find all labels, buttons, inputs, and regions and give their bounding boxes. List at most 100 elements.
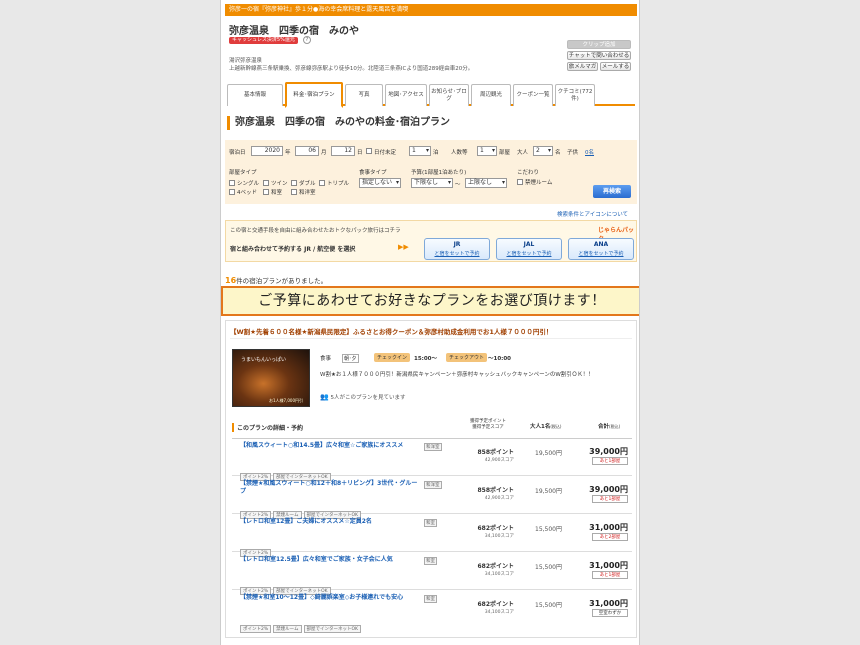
room-type-4bed-checkbox[interactable] xyxy=(229,189,235,195)
double-arrow-icon: ▶▶ xyxy=(398,243,409,251)
total-price-column-header: 合計(税込) xyxy=(598,422,620,430)
non-smoking-checkbox[interactable] xyxy=(517,179,523,185)
nights-unit: 泊 xyxy=(433,150,439,156)
children-link[interactable]: 0名 xyxy=(585,148,594,156)
budget-banner: ご予算にあわせてお好きなプランをお選び頂けます！ xyxy=(221,286,639,316)
budget-separator: ～ xyxy=(455,182,461,188)
package-panel: この宿と交通手段を自由に組み合わせたおトクなパック旅行はコチラ じゃらんパック … xyxy=(225,220,637,262)
room-type-badge: 和洋室 xyxy=(424,481,442,489)
date-undecided-label: 日付未定 xyxy=(374,150,397,156)
checkin-label: 宿泊日 xyxy=(229,150,246,156)
room-name-link[interactable]: 【レトロ和室12畳】ご夫婦にオススメ☆定員2名 xyxy=(240,518,420,526)
plan-description: W割★お１人様７０００円引！新潟県民キャンペーン＋弥彦村キャッシュバックキャンペ… xyxy=(320,372,594,378)
ana-package-button[interactable]: ANA と宿をセットで予約 xyxy=(568,238,634,260)
ana-logo: ANA xyxy=(593,241,609,248)
plan-photo-subcaption: お1人様7,000円引 xyxy=(269,398,303,403)
tab-plans[interactable]: 料金･宿泊プラン xyxy=(285,82,343,108)
tab-reviews[interactable]: クチコミ(772件) xyxy=(555,84,595,106)
viewers-count: 👥 5人がこのプランを見ています xyxy=(320,393,405,401)
room-total-price: 31,000円 xyxy=(589,561,628,570)
date-undecided-checkbox[interactable] xyxy=(366,148,372,154)
room-name-link[interactable]: 【レトロ和室12.5畳】広々和室でご家族・女子会に人気 xyxy=(240,556,420,564)
jal-package-button[interactable]: JAL と宿をセットで予約 xyxy=(496,238,562,260)
people-label: 人数等 xyxy=(451,150,468,156)
checkin-time-value: 15:00〜 xyxy=(414,356,438,362)
day-input[interactable]: 12 xyxy=(331,146,355,156)
meal-value: 朝･夕 xyxy=(342,354,359,363)
room-list-header: このプランの詳細・予約 獲得予定ポイント 獲得予定スコア 大人1名(税込) 合計(… xyxy=(232,419,632,439)
budget-max-select[interactable]: 上限なし xyxy=(465,178,507,188)
tab-news-blog[interactable]: お知らせ･ブログ xyxy=(429,84,469,106)
room-points: 858ポイント xyxy=(477,449,514,456)
hotel-tabs: 基本情報 料金･宿泊プラン 写真 地図･アクセス お知らせ･ブログ 周辺観光 ク… xyxy=(227,82,635,108)
room-type-triple-checkbox[interactable] xyxy=(319,180,325,186)
room-reserve-button[interactable]: 空室わずか xyxy=(592,609,628,617)
year-input[interactable]: 2020 xyxy=(251,146,283,156)
budget-min-select[interactable]: 下限なし xyxy=(411,178,453,188)
room-reserve-button[interactable]: あと1部屋 xyxy=(592,495,628,503)
month-input[interactable]: 06 xyxy=(295,146,319,156)
plan-title-link[interactable]: 【W割★先着６００名様★新潟県民限定】ふるさとお得クーポン＆弥彦村助成金利用でお… xyxy=(230,325,632,339)
room-type-wayoshitsu-checkbox[interactable] xyxy=(291,189,297,195)
jr-package-label: と宿をセットで予約 xyxy=(434,251,480,257)
tab-sightseeing[interactable]: 周辺観光 xyxy=(471,84,511,106)
room-name-link[interactable]: 【禁煙★和風スウィート○和12＋和8＋リビング】3世代・グループ xyxy=(240,480,420,496)
plan-photo-caption: うまいもんいっぱい xyxy=(241,357,287,363)
room-points: 682ポイント xyxy=(477,563,514,570)
meal-type-label: 食事タイプ xyxy=(359,170,387,176)
room-row: 【禁煙★和風スウィート○和12＋和8＋リビング】3世代・グループ 和洋室 ポイン… xyxy=(232,477,632,519)
room-type-washitsu: 和室 xyxy=(271,190,283,196)
room-type-double-checkbox[interactable] xyxy=(291,180,297,186)
cashless-badge: キャッシュレス決済5%還元 xyxy=(229,37,298,44)
room-total-price: 39,000円 xyxy=(589,447,628,456)
room-reserve-button[interactable]: あと1部屋 xyxy=(592,457,628,465)
meal-type-select[interactable]: 指定しない xyxy=(359,178,401,188)
catchcopy-bar: 弥彦一の宿『弥彦神社』歩１分●海の幸会席料理と露天風呂を満喫 xyxy=(225,4,637,16)
chat-inquiry-button[interactable]: チャットで問い合わせる xyxy=(567,51,631,60)
adults-select[interactable]: 2 xyxy=(533,146,553,156)
room-type-twin: ツイン xyxy=(271,181,288,187)
access-text: 上越新幹線燕三条駅乗換、弥彦線弥彦駅より徒歩10分。北陸道三条燕ICより国道28… xyxy=(229,66,474,72)
area-text: 湯沢弥彦温泉 xyxy=(229,58,263,64)
tab-access[interactable]: 地図･アクセス xyxy=(385,84,427,106)
score-col-label: 獲得予定スコア xyxy=(472,425,504,430)
result-count: 16件の宿泊プランがありました。 xyxy=(225,275,327,285)
room-type-single-checkbox[interactable] xyxy=(229,180,235,186)
rooms-select[interactable]: 1 xyxy=(477,146,497,156)
search-help-link[interactable]: 検索条件とアイコンについて xyxy=(557,210,628,218)
room-points: 682ポイント xyxy=(477,601,514,608)
room-reserve-button[interactable]: あと1部屋 xyxy=(592,571,628,579)
room-name-link[interactable]: 【和風スウィート○和14.5畳】広々和室☆ご家族にオススメ xyxy=(240,442,420,450)
room-points: 682ポイント xyxy=(477,525,514,532)
room-type-twin-checkbox[interactable] xyxy=(263,180,269,186)
room-type-badge: 和室 xyxy=(424,519,437,527)
room-type-4bed: 4ベッド xyxy=(237,190,257,196)
nights-select[interactable]: 1 xyxy=(409,146,431,156)
room-reserve-button[interactable]: あと2部屋 xyxy=(592,533,628,541)
room-total-price: 31,000円 xyxy=(589,599,628,608)
room-adult-price: 15,500円 xyxy=(535,602,562,609)
room-row: 【和風スウィート○和14.5畳】広々和室☆ご家族にオススメ 和洋室 ポイント2%… xyxy=(232,439,632,481)
jr-package-button[interactable]: JR と宿をセットで予約 xyxy=(424,238,490,260)
plan-card: 【W割★先着６００名様★新潟県民限定】ふるさとお得クーポン＆弥彦村助成金利用でお… xyxy=(225,320,637,638)
package-cta: 宿と組み合わせて予約する JR / 航空便 を選択 xyxy=(230,246,356,253)
tab-photos[interactable]: 写真 xyxy=(345,84,383,106)
room-total-price: 31,000円 xyxy=(589,523,628,532)
room-name-link[interactable]: 【禁煙★和室10～12畳】◇綺麗娯楽室◇お子様連れでも安心 xyxy=(240,594,420,602)
tab-basic-info[interactable]: 基本情報 xyxy=(227,84,283,106)
checkin-time-label: チェックイン xyxy=(374,353,411,362)
points-column-header: 獲得予定ポイント 獲得予定スコア xyxy=(470,419,506,431)
plan-photo[interactable]: うまいもんいっぱい お1人様7,000円引 xyxy=(232,349,310,407)
magazine-button[interactable]: 旅メルマガ xyxy=(567,62,598,71)
points-col-label: 獲得予定ポイント xyxy=(470,419,506,424)
room-tag: 部屋でインターネットOK xyxy=(303,625,362,633)
clip-button[interactable]: クリップ追加 xyxy=(567,40,631,49)
room-type-triple: トリプル xyxy=(327,181,350,187)
room-list-title: このプランの詳細・予約 xyxy=(232,423,303,432)
research-button[interactable]: 再検索 xyxy=(593,185,631,198)
room-type-washitsu-checkbox[interactable] xyxy=(263,189,269,195)
question-icon[interactable]: ? xyxy=(303,36,311,44)
tab-coupons[interactable]: クーポン一覧 xyxy=(513,84,553,106)
result-count-number: 16 xyxy=(225,276,237,285)
mail-button[interactable]: メールする xyxy=(600,62,631,71)
